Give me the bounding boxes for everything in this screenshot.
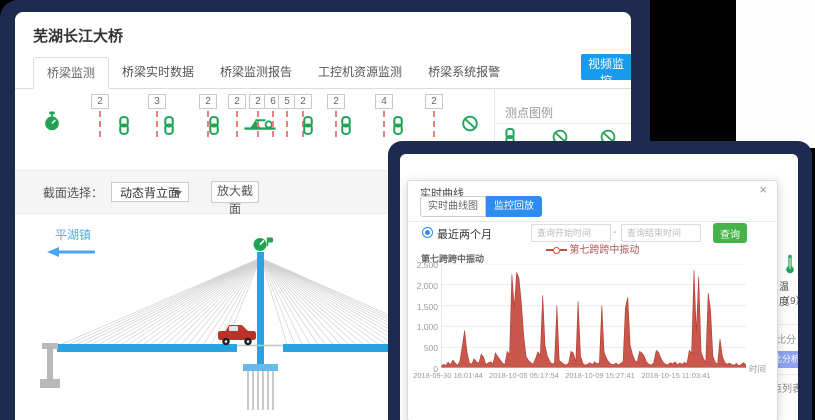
tower-piles	[248, 371, 273, 410]
car	[218, 325, 256, 345]
dialog-tab-1[interactable]: 实时曲线图	[420, 196, 486, 217]
y-tick-label: 1,500	[410, 302, 438, 312]
dialog-tab-bar: 实时曲线图监控回放	[420, 196, 542, 217]
legend-panel-underline	[494, 123, 631, 124]
sensor-count-badge: 2	[294, 94, 312, 109]
section-select[interactable]: 动态背立面	[111, 182, 189, 202]
query-button[interactable]: 查询	[713, 223, 747, 243]
sensor-chain-icon[interactable]	[162, 116, 177, 140]
sensor-dash-line	[335, 111, 337, 137]
zoom-section-button[interactable]: 放大截面	[211, 181, 259, 203]
sensor-chain-icon[interactable]	[301, 116, 316, 140]
sensor-chain-icon[interactable]	[117, 116, 132, 140]
sensor-ban-icon[interactable]	[462, 115, 479, 137]
sensor-dash-line	[383, 111, 385, 137]
legend-text: 第七跨跨中振动	[569, 245, 639, 256]
x-tick-label: 2018-10-09 15:27:41	[559, 371, 641, 380]
divider	[408, 221, 777, 222]
sensor-dash-line	[156, 111, 158, 137]
bridge-deck-left	[57, 344, 237, 352]
y-tick-label: 1,000	[410, 322, 438, 332]
sensor-dash-line	[236, 111, 238, 137]
range-separator: -	[613, 227, 616, 238]
y-tick-label: 500	[410, 343, 438, 353]
direction-arrow	[47, 247, 95, 257]
sensor-dash-line	[99, 111, 101, 137]
sensor-chain-icon[interactable]	[391, 116, 406, 140]
sensor-chain-icon[interactable]	[339, 116, 354, 140]
legend-panel-title: 测点图例	[505, 104, 553, 121]
sensor-dash-line	[272, 111, 274, 137]
temperature-count: （9）	[780, 292, 798, 307]
x-tick-label: 2018-10-15 11:03:41	[635, 371, 717, 380]
caret-down-icon	[174, 191, 182, 196]
sensor-marker[interactable]: 2	[91, 94, 109, 137]
close-icon[interactable]: ×	[759, 183, 767, 197]
tower-gauge-icon[interactable]	[254, 238, 274, 252]
recent-range-label: 最近两个月	[437, 226, 492, 242]
sensor-marker[interactable]: 2	[425, 94, 443, 137]
sensor-count-badge: 2	[228, 94, 246, 109]
sensor-count-badge: 3	[148, 94, 166, 109]
x-tick-label: 2018-09-30 16:01:44	[407, 371, 489, 380]
popup-window: 温度 （9） 对比分析 对比分析 监测点列表 实时曲线 × 实时曲线图监控回放 …	[400, 154, 798, 420]
vibration-chart[interactable]	[441, 264, 746, 368]
sensor-count-badge: 2	[425, 94, 443, 109]
popup-window-frame: 温度 （9） 对比分析 对比分析 监测点列表 实时曲线 × 实时曲线图监控回放 …	[388, 141, 812, 420]
legend-marker-icon	[546, 249, 553, 251]
section-select-label: 截面选择：	[43, 184, 103, 201]
sensor-dash-line	[286, 111, 288, 137]
legend-marker-icon	[553, 247, 560, 254]
sensor-dash-line	[433, 111, 435, 137]
y-tick-label: 2,000	[410, 281, 438, 291]
thermometer-icon[interactable]	[784, 254, 796, 279]
section-select-value: 动态背立面	[120, 186, 180, 200]
query-end-input[interactable]	[621, 224, 701, 242]
sensor-clock-icon[interactable]	[43, 111, 62, 137]
sensor-dash-line	[257, 111, 259, 137]
realtime-curve-dialog: 实时曲线 × 实时曲线图监控回放 最近两个月 - 查询 第七跨跨中振动 第七跨跨…	[407, 180, 778, 420]
background-window	[736, 0, 815, 148]
sensor-count-badge: 2	[327, 94, 345, 109]
tower-cap	[243, 364, 278, 371]
sensor-count-badge: 4	[375, 94, 393, 109]
sensor-count-badge: 2	[91, 94, 109, 109]
bridge-tower	[257, 252, 264, 365]
recent-range-radio[interactable]	[422, 227, 433, 238]
x-axis-title: 时间	[749, 363, 766, 375]
x-tick-label: 2018-10-05 05:17:54	[483, 371, 565, 380]
y-tick-label: 2,500	[410, 260, 438, 270]
query-start-input[interactable]	[531, 224, 611, 242]
legend-marker-icon	[560, 249, 567, 251]
sensor-chain-icon[interactable]	[207, 116, 222, 140]
screen: 芜湖长江大桥 桥梁监测桥梁实时数据桥梁监测报告工控机资源监测桥梁系统报警 视频监…	[0, 0, 815, 420]
dialog-tab-2[interactable]: 监控回放	[486, 196, 542, 217]
sensor-row: 23222652242	[15, 12, 631, 152]
sensor-count-badge: 2	[199, 94, 217, 109]
